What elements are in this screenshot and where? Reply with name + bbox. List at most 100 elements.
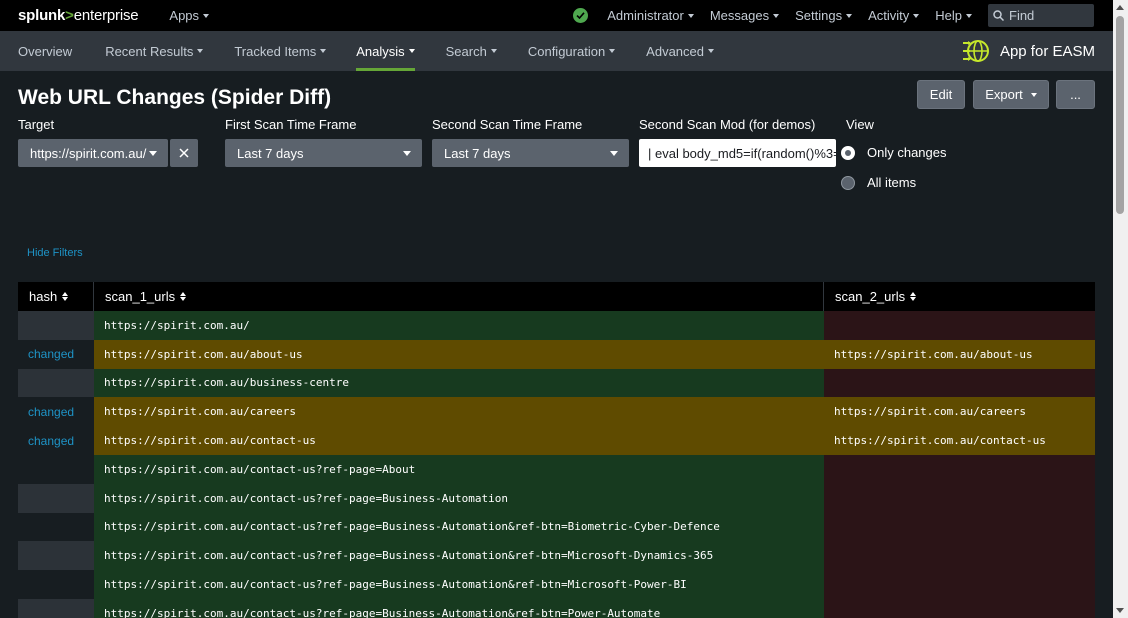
nav-advanced[interactable]: Advanced (646, 31, 714, 71)
chevron-down-icon (708, 49, 714, 53)
top-bar: splunk>enterprise Apps Administrator Mes… (0, 0, 1113, 31)
sort-icon (180, 292, 187, 301)
chevron-down-icon (149, 151, 157, 156)
hash-cell (18, 570, 94, 599)
table-row: changed https://spirit.com.au/contact-us h… (18, 426, 1095, 455)
table-row: changed https://spirit.com.au/careers http… (18, 397, 1095, 427)
scan-1-url-cell: https://spirit.com.au/contact-us?ref-pag… (94, 454, 824, 484)
scan-1-url-cell: https://spirit.com.au/careers (94, 397, 824, 427)
scan-1-url-cell: https://spirit.com.au/contact-us?ref-pag… (94, 512, 824, 542)
scan-2-url-cell (824, 311, 1095, 340)
scan-2-url-cell (824, 454, 1095, 484)
scan-1-url-cell: https://spirit.com.au/contact-us?ref-pag… (94, 570, 824, 599)
find-input[interactable]: Find (988, 4, 1094, 27)
health-status-icon[interactable] (573, 8, 589, 23)
edit-button[interactable]: Edit (917, 80, 965, 109)
scan-1-url-cell: https://spirit.com.au/ (94, 311, 824, 340)
nav-analysis[interactable]: Analysis (356, 31, 416, 71)
radio-unselected-icon (841, 175, 855, 190)
chevron-down-icon (913, 13, 920, 18)
nav-configuration[interactable]: Configuration (528, 31, 616, 71)
table-header: hash scan_1_urls scan_2_urls (18, 282, 1095, 311)
column-header-scan-2-urls[interactable]: scan_2_urls (824, 282, 1095, 311)
hash-cell (18, 454, 94, 484)
hash-changed-link[interactable]: changed (28, 347, 74, 361)
help-menu[interactable]: Help (935, 8, 972, 23)
view-radio-all-items[interactable]: All items (841, 175, 916, 190)
chevron-down-icon (1030, 92, 1037, 97)
scroll-up-arrow-icon[interactable] (1116, 5, 1124, 10)
column-header-hash[interactable]: hash (18, 282, 94, 311)
chevron-down-icon (846, 13, 853, 18)
more-actions-button[interactable]: ... (1056, 80, 1095, 109)
target-clear-button[interactable] (170, 139, 198, 167)
table-row: https://spirit.com.au/contact-us?ref-pag… (18, 570, 1095, 599)
second-scan-label: Second Scan Time Frame (432, 117, 583, 132)
table-row: https://spirit.com.au/contact-us?ref-pag… (18, 598, 1095, 618)
nav-recent-results[interactable]: Recent Results (105, 31, 204, 71)
scan-2-url-cell: https://spirit.com.au/contact-us (824, 426, 1095, 455)
column-header-scan-1-urls[interactable]: scan_1_urls (94, 282, 824, 311)
top-right-menus: Administrator Messages Settings Activity… (573, 0, 1113, 31)
scan-2-url-cell: https://spirit.com.au/about-us (824, 339, 1095, 369)
splunk-logo[interactable]: splunk>enterprise (18, 7, 139, 24)
scan-2-url-cell (824, 570, 1095, 599)
hash-cell: changed (18, 339, 94, 369)
scan-2-url-cell (824, 541, 1095, 571)
scan-1-url-cell: https://spirit.com.au/contact-us?ref-pag… (94, 541, 824, 571)
chevron-down-icon (408, 49, 415, 53)
target-dropdown[interactable]: https://spirit.com.au/ (18, 139, 168, 167)
hash-cell: changed (18, 397, 94, 427)
hash-changed-link[interactable]: changed (28, 434, 74, 448)
table-body: https://spirit.com.au/changed https://spi… (18, 311, 1095, 618)
first-scan-dropdown[interactable]: Last 7 days (225, 139, 422, 167)
chevron-down-icon (966, 13, 972, 18)
radio-label: Only changes (867, 145, 947, 160)
apps-menu-label: Apps (169, 8, 200, 23)
second-scan-dropdown[interactable]: Last 7 days (432, 139, 629, 167)
first-scan-label: First Scan Time Frame (225, 117, 357, 132)
radio-selected-icon (841, 145, 855, 160)
administrator-menu[interactable]: Administrator (607, 8, 694, 23)
table-row: https://spirit.com.au/contact-us?ref-pag… (18, 541, 1095, 571)
page-scrollbar[interactable] (1113, 0, 1128, 618)
scan-1-url-cell: https://spirit.com.au/about-us (94, 339, 824, 369)
table-row: https://spirit.com.au/business-centre (18, 368, 1095, 398)
results-table: hash scan_1_urls scan_2_urls https://spi… (18, 282, 1095, 618)
second-scan-mod-label: Second Scan Mod (for demos) (639, 117, 816, 132)
table-row: https://spirit.com.au/contact-us?ref-pag… (18, 454, 1095, 484)
nav-overview[interactable]: Overview (18, 31, 72, 71)
app-name: App for EASM (999, 42, 1095, 60)
hash-cell (18, 541, 94, 571)
settings-menu[interactable]: Settings (795, 8, 853, 23)
apps-menu[interactable]: Apps (169, 8, 210, 23)
scroll-down-arrow-icon[interactable] (1116, 608, 1124, 613)
second-scan-mod-input[interactable]: | eval body_md5=if(random()%3= (639, 139, 836, 167)
hash-changed-link[interactable]: changed (28, 405, 74, 419)
table-row: https://spirit.com.au/contact-us?ref-pag… (18, 483, 1095, 513)
activity-menu[interactable]: Activity (868, 8, 920, 23)
hide-filters-link[interactable]: Hide Filters (27, 247, 83, 259)
scrollbar-thumb[interactable] (1116, 16, 1124, 214)
view-radio-only-changes[interactable]: Only changes (841, 145, 947, 160)
hash-cell: changed (18, 426, 94, 455)
export-button[interactable]: Export (973, 80, 1049, 109)
scan-1-url-cell: https://spirit.com.au/contact-us?ref-pag… (94, 598, 824, 618)
scan-1-url-cell: https://spirit.com.au/business-centre (94, 368, 824, 398)
app-brand[interactable]: App for EASM (962, 38, 1095, 64)
chevron-down-icon (773, 13, 780, 18)
easm-globe-icon (962, 40, 989, 62)
chevron-down-icon (403, 151, 411, 156)
table-row: https://spirit.com.au/contact-us?ref-pag… (18, 512, 1095, 542)
messages-menu[interactable]: Messages (710, 8, 780, 23)
close-icon (179, 148, 189, 158)
scan-1-url-cell: https://spirit.com.au/contact-us?ref-pag… (94, 483, 824, 513)
find-placeholder: Find (1009, 8, 1035, 23)
table-row: https://spirit.com.au/ (18, 311, 1095, 340)
scan-1-url-cell: https://spirit.com.au/contact-us (94, 426, 824, 455)
chevron-down-icon (203, 13, 210, 18)
nav-tracked-items[interactable]: Tracked Items (234, 31, 327, 71)
sort-icon (62, 292, 69, 301)
nav-search[interactable]: Search (446, 31, 497, 71)
chevron-down-icon (609, 49, 616, 53)
